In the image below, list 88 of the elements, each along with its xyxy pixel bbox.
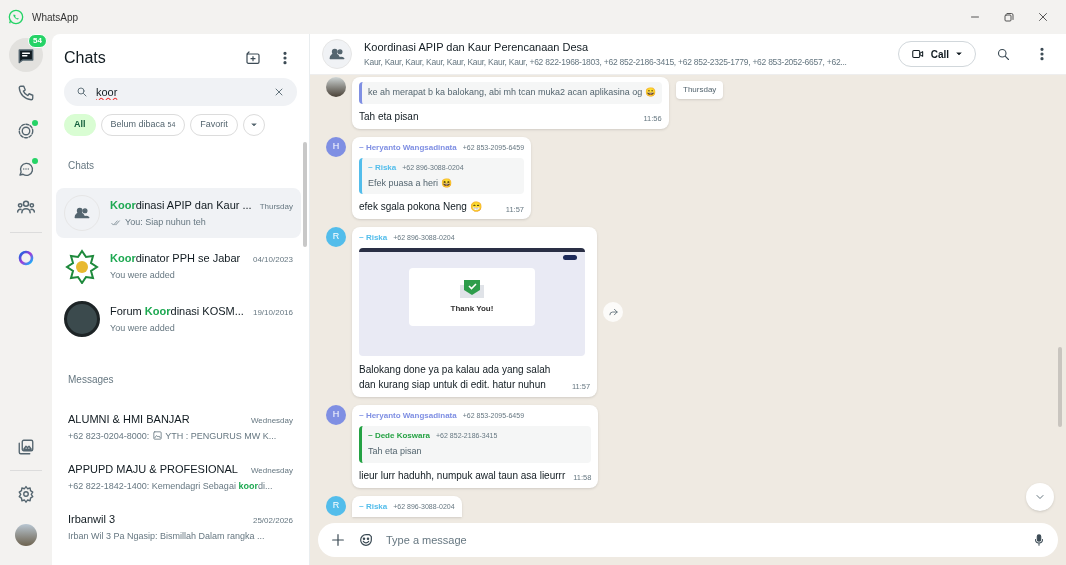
letter-avatar: R <box>326 227 346 247</box>
message-preview: You were added <box>110 269 175 282</box>
quoted-sender: ~ Riska <box>368 161 397 174</box>
close-icon <box>1037 11 1049 23</box>
search-field[interactable]: koor <box>96 83 265 101</box>
phone-icon <box>17 84 35 102</box>
search-icon <box>76 86 88 98</box>
sender-name: ~ Heryanto Wangsadinata <box>359 410 457 422</box>
profile-avatar[interactable] <box>15 524 37 546</box>
sticker-button[interactable] <box>358 532 374 548</box>
message-bar[interactable]: Type a message <box>318 523 1058 557</box>
quoted-message[interactable]: ke ah merapat b ka balokang, abi mh tcan muka2 acan aplikasina og 😀 <box>359 82 662 104</box>
chat-row[interactable]: Irbanwil 3 25/02/2026 Irban Wil 3 Pa Ngasip: Bismillah Dalam rangka ... <box>56 507 301 547</box>
forward-icon <box>607 306 619 318</box>
filter-chip[interactable]: All <box>64 114 96 136</box>
chat-row[interactable]: Koordinator PPH se Jabar 04/10/2023 You were added <box>56 241 301 291</box>
chat-name: Forum Koordinasi KOSM... <box>110 303 244 319</box>
ring-icon <box>17 249 35 267</box>
section-heading: Chats <box>67 159 96 173</box>
message-preview: You were added <box>110 322 175 335</box>
chat-row[interactable]: Koordinasi APIP dan Kaur ... Thursday You: Siap nuhun teh <box>56 188 301 238</box>
chat-name: APPUPD MAJU & PROFESIONAL <box>68 461 238 477</box>
search-bar[interactable]: koor <box>64 78 297 106</box>
message-text: lieur lurr haduhh, numpuk awal taun asa lieurrr <box>359 468 566 483</box>
chat-time: 19/10/2016 <box>252 306 293 319</box>
message-preview: +62 822-1842-1400: Kemendagri Sebagai koordi... <box>68 480 273 493</box>
window-title: WhatsApp <box>32 10 79 25</box>
attach-button[interactable] <box>330 532 346 548</box>
envelope-check-icon <box>459 279 485 299</box>
photo-avatar <box>64 301 100 337</box>
search-icon <box>995 46 1011 62</box>
quoted-text: Tah eta pisan <box>368 445 422 458</box>
chat-row[interactable]: Forum Koordinasi KOSM... 19/10/2016 You were added <box>56 294 301 344</box>
sticker-icon <box>358 532 374 548</box>
chat-name: Irbanwil 3 <box>68 511 116 527</box>
group-members: Kaur, Kaur, Kaur, Kaur, Kaur, Kaur, Kaur, Kaur, +62 822-1968-1803, +62 852-2186-3415, +62 852-2325-1779, +62 853-2052-6657, +62... <box>364 56 847 70</box>
channels-icon <box>17 160 35 178</box>
status-icon <box>17 122 35 140</box>
sender-name: ~ Riska <box>359 232 388 244</box>
chat-title: Koordinasi APIP dan Kaur Perencanaan Desa <box>364 39 589 55</box>
chat-row[interactable]: ALUMNI & HMI BANJAR Wednesday +62 823-0204-8000: YTH : PENGURUS MW K... <box>56 407 301 447</box>
message-input[interactable]: Type a message <box>386 531 1020 549</box>
logo-avatar <box>64 248 100 284</box>
video-icon <box>910 47 925 61</box>
message-preview: Irban Wil 3 Pa Ngasip: Bismillah Dalam rangka ... <box>68 530 265 543</box>
message-text: Balokang done ya pa kalau ada yang salah dan kurang siap untuk di edit. hatur nuhun <box>359 363 552 392</box>
section-heading: Messages <box>67 373 115 387</box>
chat-time: Wednesday <box>250 414 293 427</box>
chat-time: 25/02/2026 <box>252 514 293 527</box>
photo-icon <box>151 430 163 441</box>
microphone-icon <box>1032 533 1046 547</box>
chat-time: 04/10/2023 <box>252 253 293 266</box>
letter-avatar: R <box>326 495 346 516</box>
settings-icon <box>17 485 35 503</box>
chat-time: Thursday <box>259 200 293 213</box>
panel-title: Chats <box>64 48 106 68</box>
restore-icon <box>1003 11 1015 23</box>
chat-name: Koordinator PPH se Jabar <box>110 250 241 266</box>
sender-name: ~ Heryanto Wangsadinata <box>359 141 457 154</box>
image-heading: Thank You! <box>450 303 494 315</box>
message-preview: +62 823-0204-8000: YTH : PENGURUS MW K... <box>68 430 277 443</box>
quoted-text: ke ah merapat b ka balokang, abi mh tcan muka2 acan aplikasina og 😀 <box>368 86 656 99</box>
caret-icon <box>249 121 258 129</box>
gallery-icon <box>17 438 35 456</box>
chat-name: ALUMNI & HMI BANJAR <box>68 411 190 427</box>
message-preview: You: Siap nuhun teh <box>125 216 206 229</box>
chat-row[interactable]: APPUPD MAJU & PROFESIONAL Wednesday +62 822-1842-1400: Kemendagri Sebagai koordi... <box>56 457 301 497</box>
new-chat-icon <box>245 50 261 66</box>
message-text: Tah eta pisan <box>359 109 419 124</box>
letter-avatar: H <box>326 136 346 157</box>
whatsapp-logo-icon <box>8 9 24 25</box>
plus-icon <box>330 532 346 548</box>
new-chat-button[interactable] <box>245 50 261 66</box>
voice-message-button[interactable] <box>1032 533 1046 547</box>
quoted-sender: ~ Dede Koswara <box>368 430 431 442</box>
chat-name: Koordinasi APIP dan Kaur ... <box>110 197 252 213</box>
chat-time: Wednesday <box>250 464 293 477</box>
date-chip: Thursday <box>676 81 724 99</box>
sender-name: ~ Riska <box>359 500 388 513</box>
clear-search-icon <box>273 86 285 98</box>
image-attachment[interactable]: Thank You! <box>359 248 585 356</box>
caret-icon <box>955 50 963 58</box>
quoted-text: Efek puasa a heri 😆 <box>368 176 452 190</box>
photo-avatar <box>326 77 346 97</box>
unread-badge: 54 <box>28 34 47 48</box>
letter-avatar: H <box>326 405 346 425</box>
message-text: efek sgala pokona Neng 😁 <box>359 200 482 214</box>
header-button <box>563 254 577 260</box>
